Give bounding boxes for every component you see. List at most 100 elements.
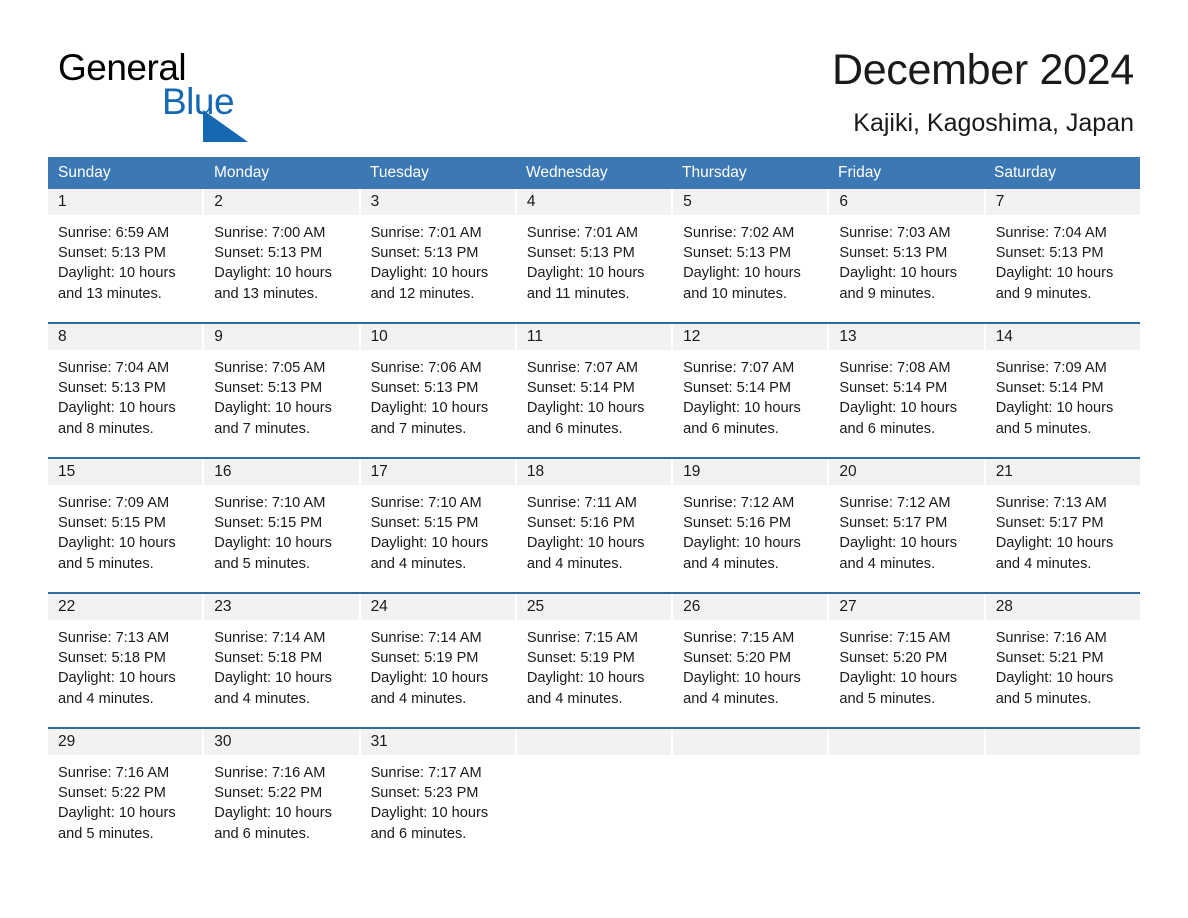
day-cell[interactable]: 9 Sunrise: 7:05 AM Sunset: 5:13 PM Dayli… bbox=[204, 324, 361, 454]
day-cell[interactable]: 30 Sunrise: 7:16 AM Sunset: 5:22 PM Dayl… bbox=[204, 729, 361, 859]
sunrise-text: Sunrise: 7:17 AM bbox=[370, 765, 482, 781]
day-cell[interactable]: 14 Sunrise: 7:09 AM Sunset: 5:14 PM Dayl… bbox=[985, 324, 1140, 454]
week-row: 29 Sunrise: 7:16 AM Sunset: 5:22 PM Dayl… bbox=[48, 727, 1140, 859]
day-cell[interactable]: 1 Sunrise: 6:59 AM Sunset: 5:13 PM Dayli… bbox=[48, 189, 205, 319]
daylight-text-line1: Daylight: 10 hours bbox=[370, 535, 489, 552]
daylight-text-line1: Daylight: 10 hours bbox=[214, 805, 332, 822]
day-cell[interactable]: 17 Sunrise: 7:10 AM Sunset: 5:15 PM Dayl… bbox=[360, 459, 517, 589]
day-number: 22 bbox=[48, 594, 203, 620]
day-number bbox=[516, 729, 672, 755]
sunrise-text: Sunrise: 7:16 AM bbox=[995, 630, 1107, 646]
day-number: 13 bbox=[829, 324, 984, 350]
sunset-text: Sunset: 5:13 PM bbox=[214, 380, 323, 397]
day-cell[interactable]: 29 Sunrise: 7:16 AM Sunset: 5:22 PM Dayl… bbox=[48, 729, 205, 859]
page-header: General Blue December 2024 Kajiki, Kagos… bbox=[0, 0, 1188, 150]
day-cell[interactable]: 5 Sunrise: 7:02 AM Sunset: 5:13 PM Dayli… bbox=[673, 189, 830, 319]
sunrise-text: Sunrise: 7:15 AM bbox=[683, 630, 795, 646]
day-number: 4 bbox=[516, 189, 672, 215]
day-details: Sunrise: 7:12 AM Sunset: 5:17 PM Dayligh… bbox=[829, 485, 983, 574]
sunrise-text: Sunrise: 7:16 AM bbox=[58, 765, 170, 781]
day-cell[interactable]: 26 Sunrise: 7:15 AM Sunset: 5:20 PM Dayl… bbox=[673, 594, 830, 724]
weekday-header-saturday: Saturday bbox=[994, 164, 1057, 181]
daylight-text-line2: and 5 minutes. bbox=[58, 555, 154, 572]
day-number: 11 bbox=[516, 324, 672, 350]
day-details: Sunrise: 7:09 AM Sunset: 5:14 PM Dayligh… bbox=[986, 350, 1140, 439]
day-cell[interactable]: 24 Sunrise: 7:14 AM Sunset: 5:19 PM Dayl… bbox=[360, 594, 517, 724]
week-row: 1 Sunrise: 6:59 AM Sunset: 5:13 PM Dayli… bbox=[48, 189, 1140, 319]
day-cell[interactable]: 12 Sunrise: 7:07 AM Sunset: 5:14 PM Dayl… bbox=[673, 324, 830, 454]
day-cell[interactable]: 6 Sunrise: 7:03 AM Sunset: 5:13 PM Dayli… bbox=[829, 189, 986, 319]
daylight-text-line2: and 4 minutes. bbox=[839, 555, 936, 572]
sunset-text: Sunset: 5:14 PM bbox=[683, 380, 792, 397]
day-details: Sunrise: 7:08 AM Sunset: 5:14 PM Dayligh… bbox=[829, 350, 983, 439]
day-cell[interactable]: 25 Sunrise: 7:15 AM Sunset: 5:19 PM Dayl… bbox=[516, 594, 674, 724]
day-details: Sunrise: 7:16 AM Sunset: 5:21 PM Dayligh… bbox=[986, 620, 1140, 709]
day-cell[interactable]: 20 Sunrise: 7:12 AM Sunset: 5:17 PM Dayl… bbox=[829, 459, 986, 589]
generalblue-logo[interactable]: General Blue bbox=[58, 48, 378, 142]
sunset-text: Sunset: 5:13 PM bbox=[214, 245, 323, 262]
sunset-text: Sunset: 5:22 PM bbox=[58, 785, 166, 802]
daylight-text-line2: and 5 minutes. bbox=[839, 690, 936, 707]
daylight-text-line2: and 5 minutes. bbox=[214, 555, 311, 572]
day-cell[interactable]: 27 Sunrise: 7:15 AM Sunset: 5:20 PM Dayl… bbox=[829, 594, 986, 724]
day-cell[interactable]: 21 Sunrise: 7:13 AM Sunset: 5:17 PM Dayl… bbox=[985, 459, 1140, 589]
daylight-text-line2: and 9 minutes. bbox=[839, 285, 936, 302]
daylight-text-line1: Daylight: 10 hours bbox=[839, 265, 958, 282]
sunset-text: Sunset: 5:20 PM bbox=[683, 650, 792, 667]
day-cell[interactable]: 23 Sunrise: 7:14 AM Sunset: 5:18 PM Dayl… bbox=[204, 594, 361, 724]
day-number: 29 bbox=[48, 729, 203, 755]
sunset-text: Sunset: 5:16 PM bbox=[526, 515, 635, 532]
day-cell[interactable]: 13 Sunrise: 7:08 AM Sunset: 5:14 PM Dayl… bbox=[829, 324, 986, 454]
daylight-text-line2: and 4 minutes. bbox=[683, 690, 779, 707]
page-title: December 2024 bbox=[831, 46, 1134, 94]
day-number: 25 bbox=[516, 594, 672, 620]
day-cell[interactable]: 28 Sunrise: 7:16 AM Sunset: 5:21 PM Dayl… bbox=[985, 594, 1140, 724]
sunrise-text: Sunrise: 7:13 AM bbox=[58, 630, 170, 646]
day-number: 17 bbox=[360, 459, 515, 485]
daylight-text-line1: Daylight: 10 hours bbox=[995, 670, 1114, 687]
sunrise-text: Sunrise: 7:10 AM bbox=[214, 495, 326, 511]
daylight-text-line1: Daylight: 10 hours bbox=[370, 265, 489, 282]
day-cell[interactable]: 3 Sunrise: 7:01 AM Sunset: 5:13 PM Dayli… bbox=[360, 189, 517, 319]
day-cell[interactable]: 22 Sunrise: 7:13 AM Sunset: 5:18 PM Dayl… bbox=[48, 594, 205, 724]
sunrise-text: Sunrise: 7:15 AM bbox=[526, 630, 638, 646]
daylight-text-line1: Daylight: 10 hours bbox=[683, 670, 801, 687]
sunset-text: Sunset: 5:13 PM bbox=[370, 380, 479, 397]
day-number: 24 bbox=[360, 594, 515, 620]
sunrise-text: Sunrise: 7:12 AM bbox=[839, 495, 951, 511]
day-cell[interactable]: 11 Sunrise: 7:07 AM Sunset: 5:14 PM Dayl… bbox=[516, 324, 674, 454]
day-details: Sunrise: 7:01 AM Sunset: 5:13 PM Dayligh… bbox=[361, 215, 515, 304]
day-number: 18 bbox=[516, 459, 672, 485]
day-cell[interactable]: 19 Sunrise: 7:12 AM Sunset: 5:16 PM Dayl… bbox=[673, 459, 830, 589]
day-cell[interactable]: 15 Sunrise: 7:09 AM Sunset: 5:15 PM Dayl… bbox=[48, 459, 205, 589]
day-number: 9 bbox=[204, 324, 359, 350]
sunset-text: Sunset: 5:19 PM bbox=[370, 650, 479, 667]
daylight-text-line2: and 9 minutes. bbox=[995, 285, 1092, 302]
day-number: 27 bbox=[829, 594, 984, 620]
day-cell[interactable]: 10 Sunrise: 7:06 AM Sunset: 5:13 PM Dayl… bbox=[360, 324, 517, 454]
day-details: Sunrise: 7:07 AM Sunset: 5:14 PM Dayligh… bbox=[517, 350, 671, 439]
day-number: 12 bbox=[673, 324, 828, 350]
daylight-text-line2: and 4 minutes. bbox=[995, 555, 1092, 572]
day-cell[interactable]: 31 Sunrise: 7:17 AM Sunset: 5:23 PM Dayl… bbox=[360, 729, 517, 859]
sunset-text: Sunset: 5:18 PM bbox=[58, 650, 166, 667]
daylight-text-line1: Daylight: 10 hours bbox=[839, 535, 958, 552]
sunrise-text: Sunrise: 7:14 AM bbox=[370, 630, 482, 646]
sunset-text: Sunset: 5:19 PM bbox=[526, 650, 635, 667]
day-cell[interactable]: 18 Sunrise: 7:11 AM Sunset: 5:16 PM Dayl… bbox=[516, 459, 674, 589]
daylight-text-line2: and 5 minutes. bbox=[995, 420, 1092, 437]
calendar-grid: Sunday Monday Tuesday Wednesday Thursday… bbox=[48, 157, 1140, 859]
day-cell[interactable]: 2 Sunrise: 7:00 AM Sunset: 5:13 PM Dayli… bbox=[204, 189, 361, 319]
sunset-text: Sunset: 5:15 PM bbox=[214, 515, 323, 532]
day-number: 19 bbox=[673, 459, 828, 485]
day-details: Sunrise: 7:06 AM Sunset: 5:13 PM Dayligh… bbox=[361, 350, 515, 439]
day-cell-empty bbox=[516, 729, 674, 859]
day-cell[interactable]: 7 Sunrise: 7:04 AM Sunset: 5:13 PM Dayli… bbox=[985, 189, 1140, 319]
day-number: 5 bbox=[673, 189, 828, 215]
sunrise-text: Sunrise: 7:15 AM bbox=[839, 630, 951, 646]
daylight-text-line1: Daylight: 10 hours bbox=[995, 400, 1114, 417]
day-cell[interactable]: 16 Sunrise: 7:10 AM Sunset: 5:15 PM Dayl… bbox=[204, 459, 361, 589]
day-cell[interactable]: 8 Sunrise: 7:04 AM Sunset: 5:13 PM Dayli… bbox=[48, 324, 205, 454]
day-cell[interactable]: 4 Sunrise: 7:01 AM Sunset: 5:13 PM Dayli… bbox=[516, 189, 674, 319]
sunset-text: Sunset: 5:23 PM bbox=[370, 785, 479, 802]
